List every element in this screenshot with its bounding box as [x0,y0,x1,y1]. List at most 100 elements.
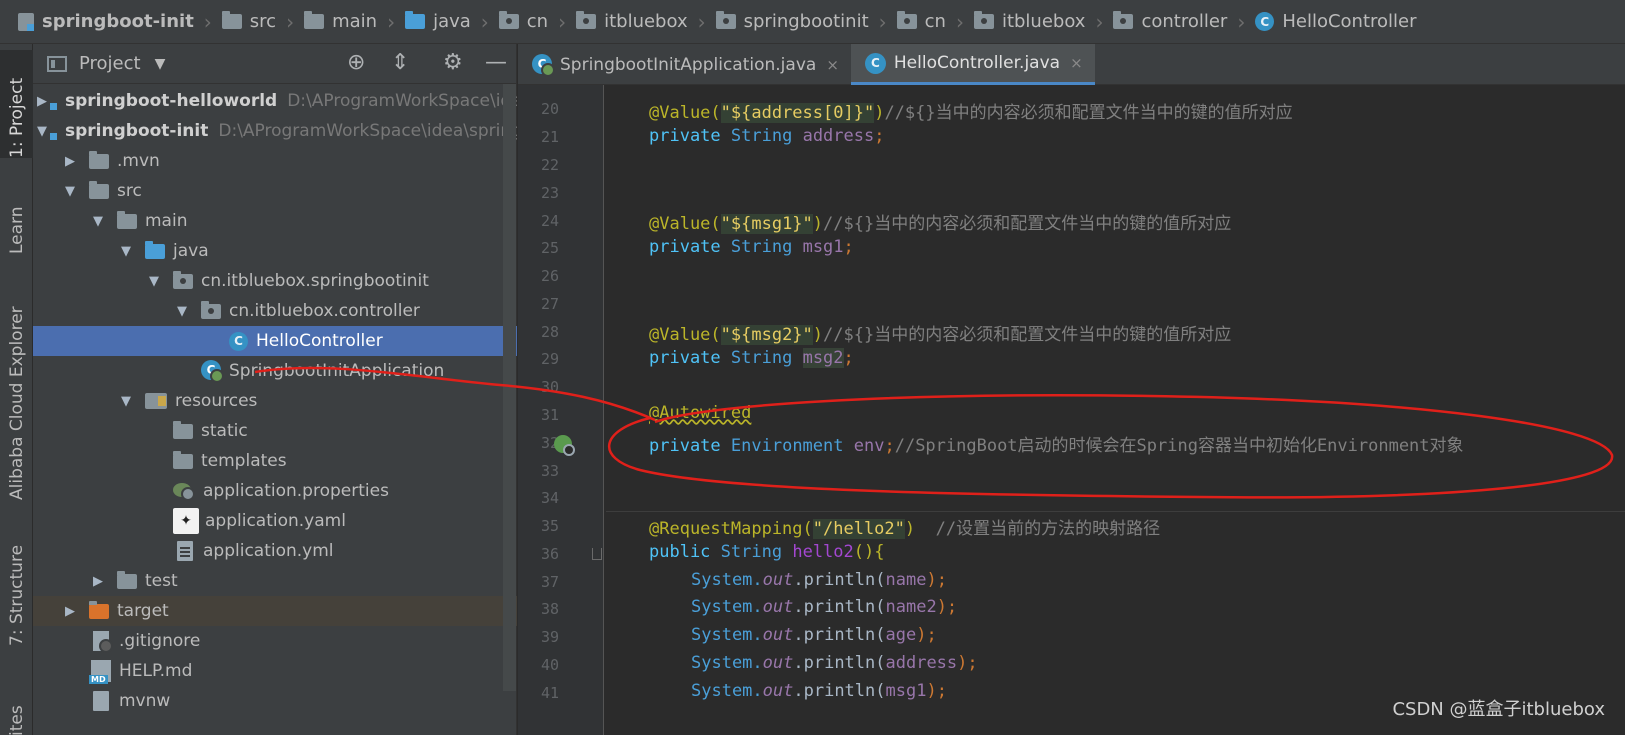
breadcrumb-separator: › [387,9,396,34]
line-number: 25 [540,239,559,257]
expand-arrow-icon[interactable]: ▶ [61,604,79,619]
tool-tab-learn[interactable]: Learn [0,174,33,254]
breadcrumb-item-src[interactable]: src [221,11,276,32]
collapse-arrow-icon[interactable]: ▼ [37,124,47,139]
line-number: 26 [540,267,559,285]
resources-folder-icon [145,393,167,409]
breadcrumb-item-springbootinit[interactable]: springbootinit [715,11,869,32]
line-number: 40 [540,656,559,674]
tree-item-springboot-helloworld[interactable]: ▶ springboot-helloworld D:\AProgramWorkSpa… [33,86,517,116]
line-number: 41 [540,684,559,702]
project-scrollbar[interactable] [503,84,516,691]
close-icon[interactable]: × [1070,54,1083,72]
watermark: CSDN @蓝盒子itbluebox [1392,699,1605,720]
package-icon [498,11,519,29]
line-number: 34 [540,489,559,507]
hide-panel-icon[interactable]: — [485,52,507,74]
tree-item-package-controller[interactable]: ▼ cn.itbluebox.controller [33,296,517,326]
tab-label: SpringbootInitApplication.java [560,54,817,75]
tree-item-test[interactable]: ▶ test [33,566,517,596]
tree-item-mvn[interactable]: ▶ .mvn [33,146,517,176]
collapse-arrow-icon[interactable]: ▼ [61,184,79,199]
autowired-bean-icon[interactable] [554,435,575,456]
collapse-arrow-icon[interactable]: ▼ [89,214,107,229]
expand-arrow-icon[interactable]: ▶ [89,574,107,589]
tab-hellocontroller[interactable]: C HelloController.java × [850,44,1095,85]
code-line-28: @Value("${msg2}")//${}当中的内容必须和配置文件当中的键的值… [649,325,1232,345]
tool-tab-structure[interactable]: 7: Structure [0,526,33,646]
tree-item-target[interactable]: ▶ target [33,596,517,626]
properties-file-icon [173,481,195,501]
breadcrumb: springboot-init › src › main › java › cn… [0,0,1625,44]
breadcrumb-item-hellocontroller[interactable]: C HelloController [1255,11,1417,32]
line-number: 29 [540,350,559,368]
breadcrumb-separator: › [878,9,887,34]
tree-item-resources[interactable]: ▼ resources [33,386,517,416]
tree-item-templates[interactable]: templates [33,446,517,476]
tool-tab-project[interactable]: 1: Project [0,50,33,158]
tree-item-main[interactable]: ▼ main [33,206,517,236]
breadcrumb-separator: › [955,9,964,34]
close-icon[interactable]: × [826,56,839,74]
tree-item-springbootinitapplication[interactable]: SpringbootInitApplication [33,356,517,386]
line-number: 31 [540,406,559,424]
breadcrumb-separator: › [480,9,489,34]
breadcrumb-item-main[interactable]: main [304,11,377,32]
source-folder-icon [145,240,165,259]
breadcrumb-item-itbluebox[interactable]: itbluebox [576,11,688,32]
tab-springbootinitapplication[interactable]: SpringbootInitApplication.java × [518,44,851,85]
tree-item-application-yml[interactable]: application.yml [33,536,517,566]
tree-item-java[interactable]: ▼ java [33,236,517,266]
line-number: 24 [540,212,559,230]
tree-item-help-md[interactable]: HELP.md [33,656,517,686]
package-icon [173,270,193,289]
project-panel-title[interactable]: Project [79,53,141,74]
gear-icon[interactable]: ⚙ [443,52,463,74]
folder-icon [117,570,137,589]
collapse-arrow-icon[interactable]: ▼ [117,394,135,409]
tree-item-gitignore[interactable]: .gitignore [33,626,517,656]
expand-arrow-icon[interactable]: ▶ [37,94,47,109]
folder-icon [173,420,193,439]
code-line-40: System.out.println(address); [691,653,978,673]
tree-item-static[interactable]: static [33,416,517,446]
folder-icon [89,150,109,169]
line-number: 20 [540,100,559,118]
code-line-38: System.out.println(name2); [691,597,958,617]
breadcrumb-separator: › [558,9,567,34]
breadcrumb-item-cn[interactable]: cn [498,11,548,32]
breadcrumb-item-java[interactable]: java [405,11,471,32]
collapse-arrow-icon[interactable]: ▼ [117,244,135,259]
text-file-icon [177,541,193,561]
tree-item-src[interactable]: ▼ src [33,176,517,206]
tool-tab-alibaba-cloud-explorer[interactable]: Alibaba Cloud Explorer [0,280,33,500]
line-number: 22 [540,156,559,174]
code-line-32: private Environment env;//SpringBoot启动的时… [649,436,1464,456]
tree-item-springboot-init[interactable]: ▼ springboot-init D:\AProgramWorkSpace\ide… [33,116,517,146]
fold-marker-icon[interactable] [592,548,602,560]
collapse-arrow-icon[interactable]: ▼ [173,304,191,319]
expand-arrow-icon[interactable]: ▶ [61,154,79,169]
tree-item-application-properties[interactable]: application.properties [33,476,517,506]
breadcrumb-item-itbluebox-2[interactable]: itbluebox [973,11,1085,32]
line-number: 30 [540,378,559,396]
package-icon [201,300,221,319]
breadcrumb-item-controller[interactable]: controller [1113,11,1227,32]
line-number: 39 [540,628,559,646]
tree-item-application-yaml[interactable]: ✦ application.yaml [33,506,517,536]
editor-tabs: SpringbootInitApplication.java × C Hello… [518,44,1625,85]
breadcrumb-separator: › [286,9,295,34]
tab-label: HelloController.java [893,53,1061,73]
breadcrumb-item-cn-2[interactable]: cn [896,11,946,32]
breadcrumb-item-project[interactable]: springboot-init [18,11,194,32]
tree-item-mvnw[interactable]: mvnw [33,686,517,716]
tool-tab-favorites[interactable]: ites [0,676,33,735]
code-editor[interactable]: 20 21 22 23 24 25 26 27 28 29 30 31 32 3… [518,85,1625,735]
collapse-all-icon[interactable]: ⇕ [391,52,409,74]
tree-item-hellocontroller[interactable]: C HelloController [33,326,517,356]
collapse-arrow-icon[interactable]: ▼ [145,274,163,289]
locate-icon[interactable]: ⊕ [347,52,365,74]
project-panel-header: Project ▼ ⊕ ⇕ ⚙ — [33,44,516,84]
chevron-down-icon[interactable]: ▼ [155,56,166,72]
tree-item-package-springbootinit[interactable]: ▼ cn.itbluebox.springbootinit [33,266,517,296]
